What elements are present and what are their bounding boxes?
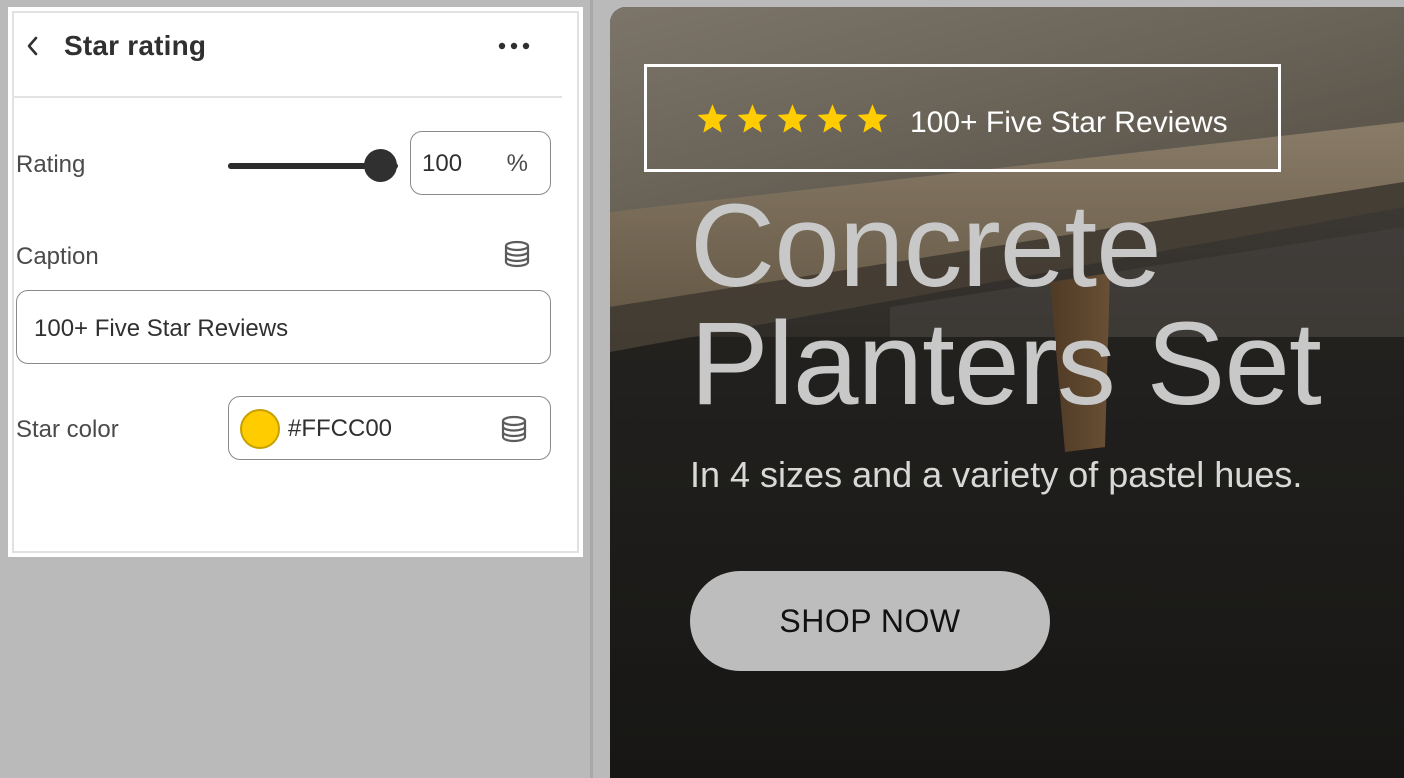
hero-subtitle: In 4 sizes and a variety of pastel hues.: [690, 454, 1303, 495]
star-icon: [817, 104, 848, 133]
slider-thumb[interactable]: [364, 149, 397, 182]
star-icon: [737, 104, 768, 133]
hero-title-line-1: Concrete: [690, 180, 1162, 312]
preview-separator: [590, 0, 593, 778]
back-button[interactable]: [18, 31, 46, 61]
settings-panel: Star rating Rating 100 % Caption 100+ Fi…: [8, 7, 583, 557]
star-color-value: #FFCC00: [288, 415, 393, 442]
hero-title: Concrete Planters Set: [690, 187, 1390, 423]
database-icon[interactable]: [499, 414, 529, 444]
percent-suffix: %: [506, 150, 528, 177]
rating-frame: 100+ Five Star Reviews: [644, 64, 1281, 172]
star-icon: [777, 104, 808, 133]
slider-fill: [228, 163, 381, 169]
rating-value: 100: [422, 150, 463, 177]
header-divider: [12, 96, 562, 98]
caption-input[interactable]: 100+ Five Star Reviews: [16, 290, 551, 364]
more-options-button[interactable]: [494, 31, 534, 61]
database-icon[interactable]: [502, 239, 532, 269]
caption-input-value: 100+ Five Star Reviews: [34, 315, 289, 342]
color-swatch[interactable]: [240, 409, 280, 449]
chevron-left-icon: [27, 36, 38, 56]
review-caption: 100+ Five Star Reviews: [910, 106, 1228, 139]
star-icon: [697, 104, 728, 133]
rating-number-input[interactable]: 100 %: [410, 131, 551, 195]
panel-header: Star rating: [12, 11, 579, 97]
caption-label: Caption: [16, 243, 99, 270]
star-rating: [695, 102, 890, 138]
panel-title: Star rating: [64, 30, 207, 61]
rating-label: Rating: [16, 151, 86, 178]
rating-slider[interactable]: [228, 147, 398, 183]
hero-title-line-2: Planters Set: [690, 298, 1322, 430]
preview-banner: 100+ Five Star Reviews Concrete Planters…: [610, 7, 1404, 778]
star-color-label: Star color: [16, 416, 119, 443]
star-color-picker[interactable]: #FFCC00: [228, 396, 551, 460]
shop-now-button[interactable]: SHOP NOW: [690, 571, 1050, 671]
star-icon: [857, 104, 888, 133]
more-horizontal-icon: [498, 42, 530, 50]
